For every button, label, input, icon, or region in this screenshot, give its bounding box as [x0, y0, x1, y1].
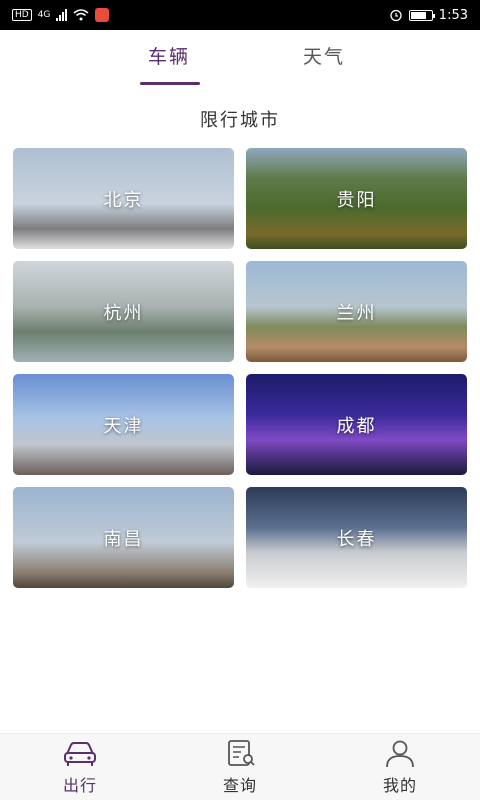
city-name: 北京 — [103, 189, 144, 211]
city-name: 贵阳 — [336, 189, 377, 211]
nav-item-query[interactable]: 查询 — [160, 734, 320, 800]
status-right: 1:53 — [389, 8, 468, 23]
network-type: 4G — [37, 10, 51, 20]
city-name: 成都 — [336, 415, 377, 437]
car-icon — [64, 742, 96, 766]
active-tab-indicator — [140, 82, 200, 85]
status-left: HD 4G — [12, 8, 110, 22]
city-name: 天津 — [103, 415, 144, 437]
nav-item-mine[interactable]: 我的 — [320, 734, 480, 800]
user-icon — [386, 740, 414, 768]
city-grid: 北京 贵阳 杭州 兰州 天津 成都 南昌 长春 — [13, 148, 467, 588]
status-bar: HD 4G 1:53 — [0, 0, 480, 30]
alarm-icon — [390, 9, 402, 22]
hd-badge: HD — [12, 9, 32, 21]
signal-icon — [56, 9, 68, 21]
city-card-changchun[interactable]: 长春 — [246, 487, 467, 588]
city-card-chengdu[interactable]: 成都 — [246, 374, 467, 475]
status-time: 1:53 — [438, 7, 468, 23]
nav-label: 我的 — [382, 776, 417, 795]
city-name: 南昌 — [103, 528, 144, 550]
section-title: 限行城市 — [200, 110, 280, 131]
top-tabs: 车辆 天气 — [0, 30, 480, 86]
nav-item-travel[interactable]: 出行 — [0, 734, 160, 800]
city-card-nanchang[interactable]: 南昌 — [13, 487, 234, 588]
city-card-guiyang[interactable]: 贵阳 — [246, 148, 467, 249]
city-card-hangzhou[interactable]: 杭州 — [13, 261, 234, 362]
city-name: 兰州 — [336, 302, 377, 324]
tab-vehicle[interactable]: 车辆 — [148, 42, 190, 69]
search-document-icon — [228, 740, 255, 766]
tab-weather[interactable]: 天气 — [303, 42, 345, 69]
bottom-nav: 出行 查询 我的 — [0, 733, 480, 800]
city-card-tianjin[interactable]: 天津 — [13, 374, 234, 475]
nav-label: 查询 — [222, 776, 257, 795]
wifi-icon — [73, 9, 89, 21]
city-card-beijing[interactable]: 北京 — [13, 148, 234, 249]
city-name: 杭州 — [103, 302, 144, 324]
battery-icon — [408, 9, 435, 21]
city-name: 长春 — [336, 528, 377, 550]
map-app-icon — [95, 8, 110, 22]
city-card-lanzhou[interactable]: 兰州 — [246, 261, 467, 362]
nav-label: 出行 — [62, 776, 97, 795]
